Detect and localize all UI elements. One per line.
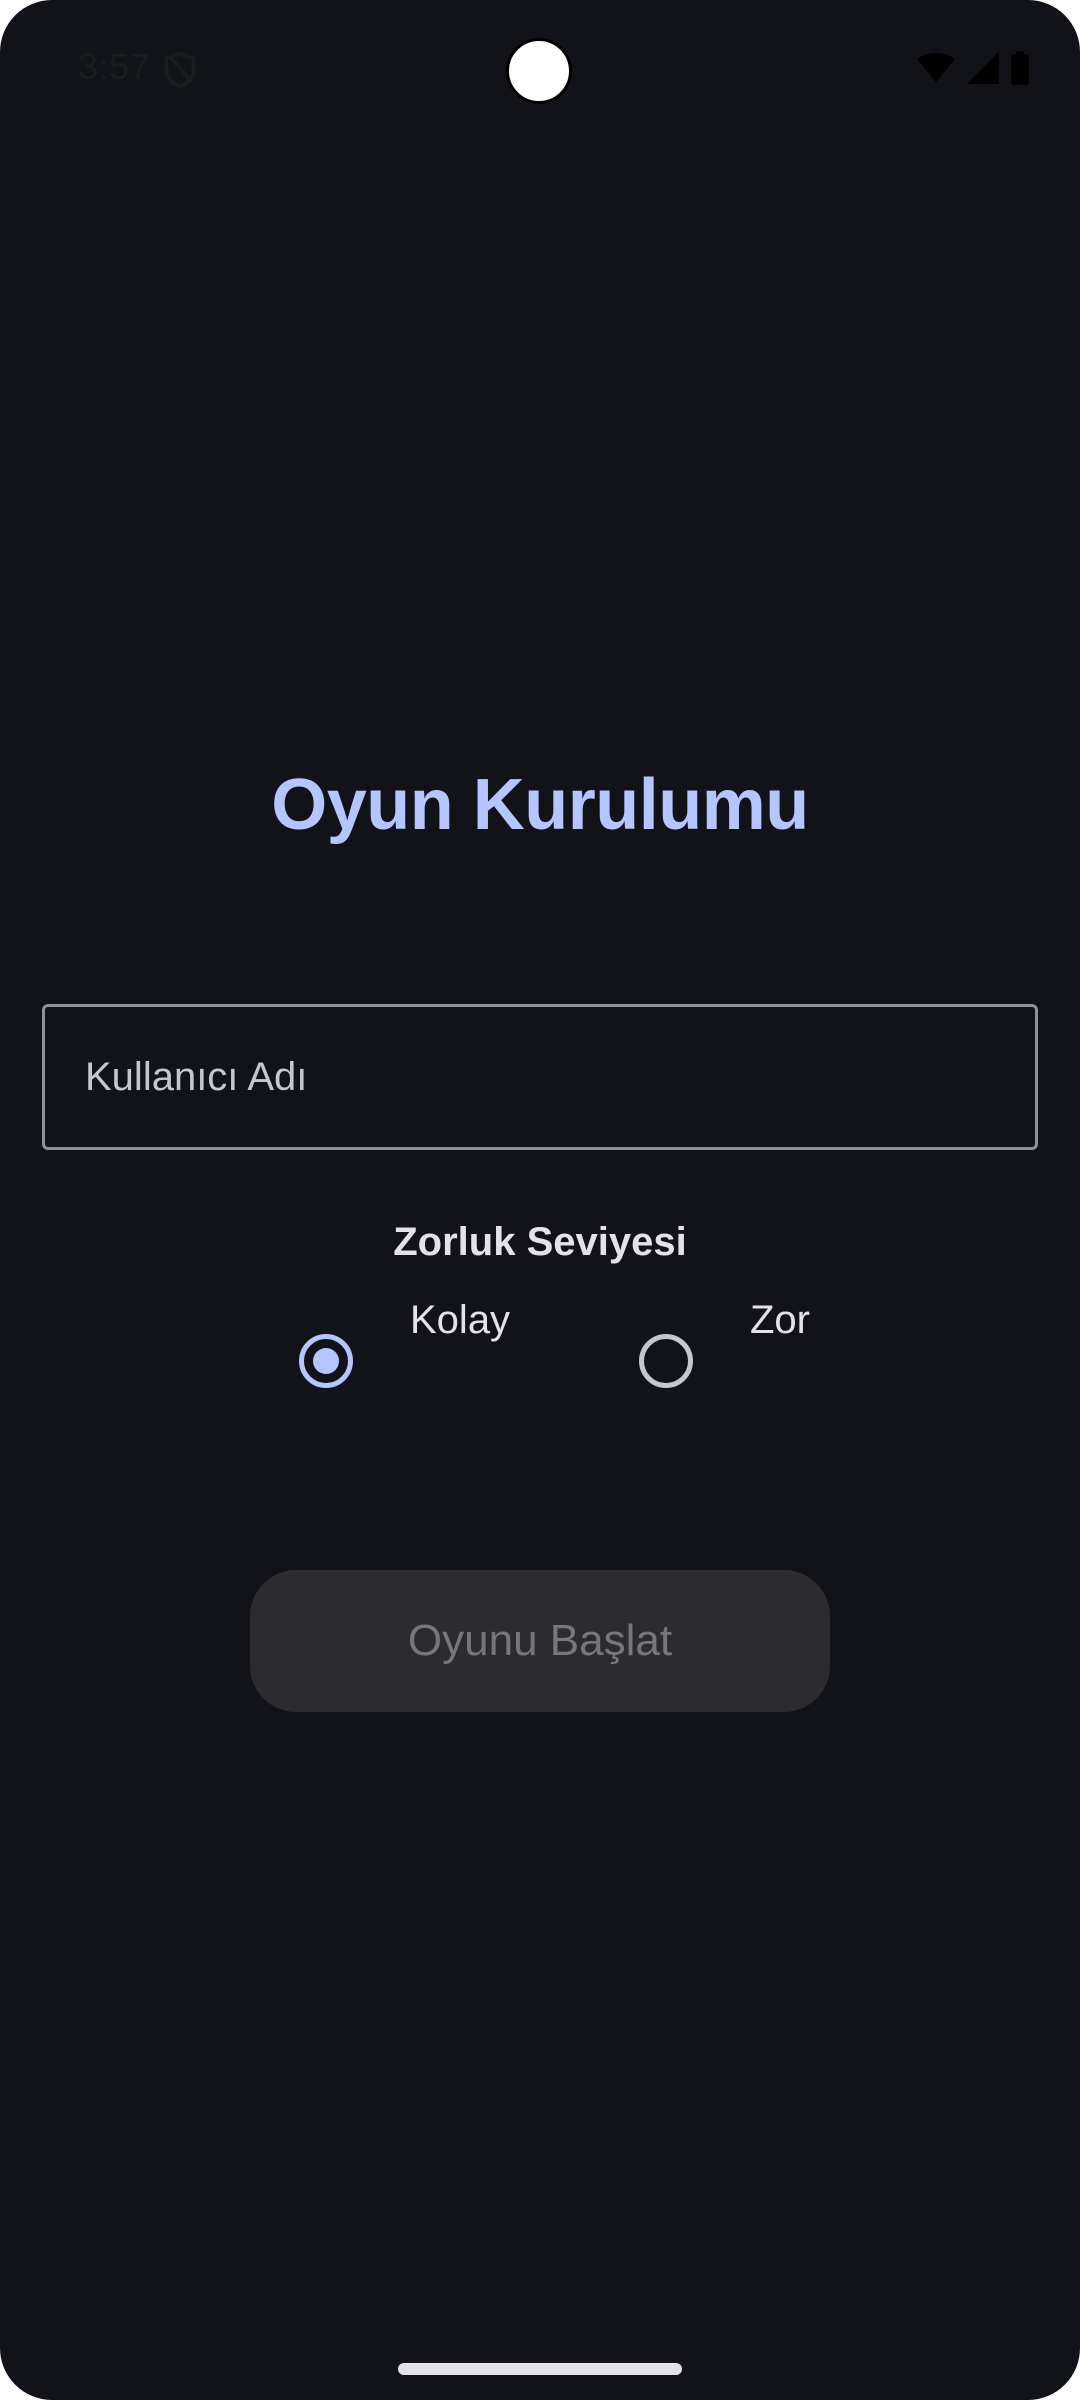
signal-icon: [967, 52, 999, 84]
start-game-button[interactable]: Oyunu Başlat: [250, 1570, 830, 1712]
shield-icon: [164, 51, 196, 89]
radio-easy[interactable]: [299, 1334, 353, 1388]
start-game-button-label: Oyunu Başlat: [407, 1616, 673, 1665]
radio-hard-label[interactable]: Zor: [750, 1298, 810, 1343]
app-screen: 3:57 Oyun Kurulumu Zorluk Seviyesi Kolay…: [0, 0, 1080, 2400]
radio-easy-label[interactable]: Kolay: [410, 1298, 510, 1343]
wifi-icon: [917, 53, 955, 82]
difficulty-label: Zorluk Seviyesi: [393, 1220, 687, 1264]
username-input[interactable]: [45, 1007, 1035, 1147]
radio-selected-dot: [313, 1348, 339, 1374]
status-time: 3:57: [78, 46, 151, 87]
home-indicator[interactable]: [398, 2363, 682, 2375]
radio-hard[interactable]: [639, 1334, 693, 1388]
username-field[interactable]: [42, 1004, 1038, 1150]
page-title: Oyun Kurulumu: [271, 765, 809, 845]
battery-icon: [1011, 51, 1029, 85]
camera-cutout: [506, 38, 572, 104]
status-icons: [916, 50, 1030, 86]
